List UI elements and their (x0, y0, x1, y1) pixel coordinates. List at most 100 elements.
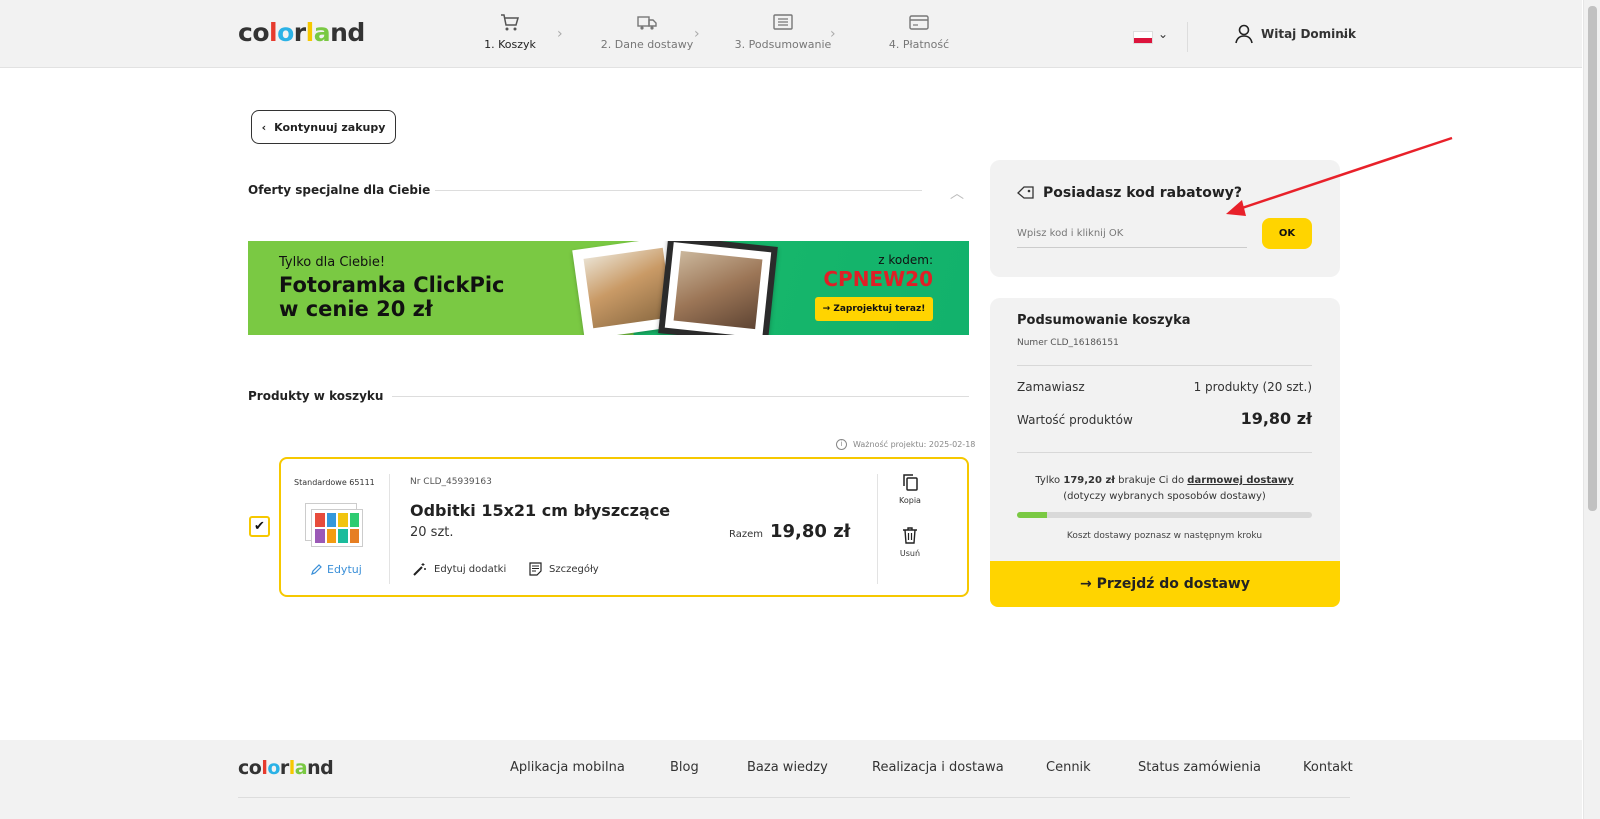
step-delivery-label: 2. Dane dostawy (600, 38, 694, 51)
banner-subtitle: Tylko dla Ciebie! (279, 255, 386, 270)
delete-item-button[interactable]: Usuń (893, 526, 927, 558)
project-validity-text: Ważność projektu: 2025-02-18 (853, 440, 976, 449)
step-summary-label: 3. Podsumowanie (734, 38, 832, 51)
banner-headline-line1: Fotoramka ClickPic (279, 273, 505, 297)
summary-title: Podsumowanie koszyka (1017, 313, 1191, 328)
top-header: colorland 1. Koszyk › 2. Dane dostawy › … (0, 0, 1582, 68)
banner-headline: Fotoramka ClickPic w cenie 20 zł (279, 273, 505, 321)
footer-link-knowledge-base[interactable]: Baza wiedzy (747, 760, 828, 775)
step-payment: 4. Płatność (864, 12, 974, 51)
free-delivery-progress-fill (1017, 512, 1047, 518)
copy-item-button[interactable]: Kopia (893, 473, 927, 505)
summary-divider (1017, 365, 1312, 366)
edit-addons-label: Edytuj dodatki (434, 564, 507, 575)
free-amount: 179,20 zł (1063, 475, 1115, 486)
step-cart-label: 1. Koszyk (484, 38, 536, 51)
scrollbar-thumb[interactable] (1588, 6, 1597, 511)
details-label: Szczegóły (549, 563, 599, 575)
item-title: Odbitki 15x21 cm błyszczące (410, 501, 671, 520)
page-footer: colorland Aplikacja mobilna Blog Baza wi… (0, 740, 1582, 819)
flag-pl-icon[interactable] (1133, 31, 1153, 44)
truck-icon (637, 16, 657, 30)
edit-addons-link[interactable]: Edytuj dodatki (412, 562, 506, 577)
step-delivery: 2. Dane dostawy (592, 12, 702, 51)
footer-links: Aplikacja mobilna Blog Baza wiedzy Reali… (0, 760, 1582, 780)
step-separator-icon: › (830, 26, 836, 42)
footer-link-order-status[interactable]: Status zamówienia (1138, 760, 1261, 775)
cart-icon (501, 14, 519, 31)
delete-label: Usuń (899, 549, 921, 558)
continue-shopping-button[interactable]: ‹ Kontynuuj zakupy (251, 110, 396, 144)
chevron-down-icon[interactable]: ⌄ (1158, 27, 1168, 41)
ordering-label: Zamawiasz (1017, 380, 1085, 394)
step-separator-icon: › (694, 26, 700, 42)
promo-banner[interactable]: Tylko dla Ciebie! Fotoramka ClickPic w c… (248, 241, 969, 335)
continue-shopping-label: Kontynuuj zakupy (274, 120, 386, 134)
proceed-to-delivery-button[interactable]: → Przejdź do dostawy (990, 561, 1340, 607)
summary-value-row: Wartość produktów 19,80 zł (1017, 409, 1312, 428)
item-select-checkbox[interactable]: ✔ (249, 516, 270, 537)
banner-design-now-button[interactable]: → Zaprojektuj teraz! (815, 297, 933, 321)
project-validity: i Ważność projektu: 2025-02-18 (836, 439, 975, 450)
ordering-value: 1 produkty (20 szt.) (1193, 380, 1312, 394)
coupon-title-text: Posiadasz kod rabatowy? (1043, 185, 1243, 201)
info-icon: i (836, 439, 847, 450)
tag-icon (1017, 186, 1034, 199)
magic-wand-icon (413, 563, 426, 576)
page-scrollbar[interactable] (1583, 0, 1600, 819)
products-value: 19,80 zł (1240, 409, 1312, 428)
step-separator-icon: › (557, 26, 563, 42)
pencil-icon (311, 564, 322, 575)
footer-link-contact[interactable]: Kontakt (1303, 760, 1353, 775)
banner-promo-code: CPNEW20 (823, 267, 933, 291)
photo-frame-couple (658, 241, 778, 335)
cart-summary-panel: Podsumowanie koszyka Numer CLD_16186151 … (990, 298, 1340, 598)
cart-item-card: Standardowe 65111 Edytuj Nr CLD_45939163… (279, 457, 969, 597)
user-icon[interactable] (1234, 24, 1254, 44)
shipping-cost-note: Koszt dostawy poznasz w następnym kroku (1066, 531, 1263, 541)
section-divider (435, 190, 922, 191)
free-delivery-link[interactable]: darmowej dostawy (1187, 475, 1293, 486)
section-divider (392, 396, 969, 397)
item-type-label: Standardowe 65111 (294, 478, 375, 487)
coupon-title: Posiadasz kod rabatowy? (1017, 185, 1242, 201)
products-title: Produkty w koszyku (248, 389, 384, 403)
step-payment-label: 4. Płatność (888, 38, 950, 51)
footer-link-blog[interactable]: Blog (670, 760, 699, 775)
products-value-label: Wartość produktów (1017, 413, 1133, 427)
card-icon (909, 15, 929, 30)
offers-title: Oferty specjalne dla Ciebie (248, 183, 431, 197)
footer-link-pricing[interactable]: Cennik (1046, 760, 1091, 775)
chevron-left-icon: ‹ (261, 120, 267, 134)
coupon-panel: Posiadasz kod rabatowy? OK (990, 160, 1340, 277)
header-divider (1187, 22, 1188, 52)
banner-headline-line2: w cenie 20 zł (279, 297, 433, 321)
copy-label: Kopia (899, 496, 921, 505)
trash-icon (903, 527, 917, 544)
document-icon (529, 562, 542, 576)
banner-code-label: z kodem: (878, 253, 933, 267)
product-thumbnail (305, 503, 367, 549)
copy-icon (902, 474, 918, 491)
coupon-ok-button[interactable]: OK (1262, 218, 1312, 249)
list-icon (773, 14, 793, 30)
chevron-down-icon[interactable]: ⌄ (1340, 27, 1350, 41)
free-delivery-note: Tylko 179,20 zł brakuje Ci do darmowej d… (1017, 473, 1312, 505)
footer-link-mobile-app[interactable]: Aplikacja mobilna (510, 760, 625, 775)
free-suffix: (dotyczy wybranych sposobów dostawy) (1063, 491, 1266, 502)
item-price: 19,80 zł (770, 521, 851, 542)
free-delivery-progress (1017, 512, 1312, 518)
step-cart[interactable]: 1. Koszyk (455, 12, 565, 51)
summary-cart-number: Numer CLD_16186151 (1017, 338, 1119, 348)
step-summary: 3. Podsumowanie (728, 12, 838, 51)
summary-divider (1017, 452, 1312, 453)
edit-project-link[interactable]: Edytuj (311, 563, 362, 576)
coupon-code-input[interactable] (1017, 220, 1247, 248)
edit-project-label: Edytuj (327, 563, 362, 576)
details-link[interactable]: Szczegóły (529, 562, 599, 576)
item-quantity: 20 szt. (410, 525, 454, 540)
footer-link-delivery[interactable]: Realizacja i dostawa (872, 760, 1004, 775)
chevron-up-icon[interactable]: ︿ (950, 183, 964, 203)
item-number: Nr CLD_45939163 (410, 477, 492, 487)
colorland-logo[interactable]: colorland (238, 18, 365, 47)
